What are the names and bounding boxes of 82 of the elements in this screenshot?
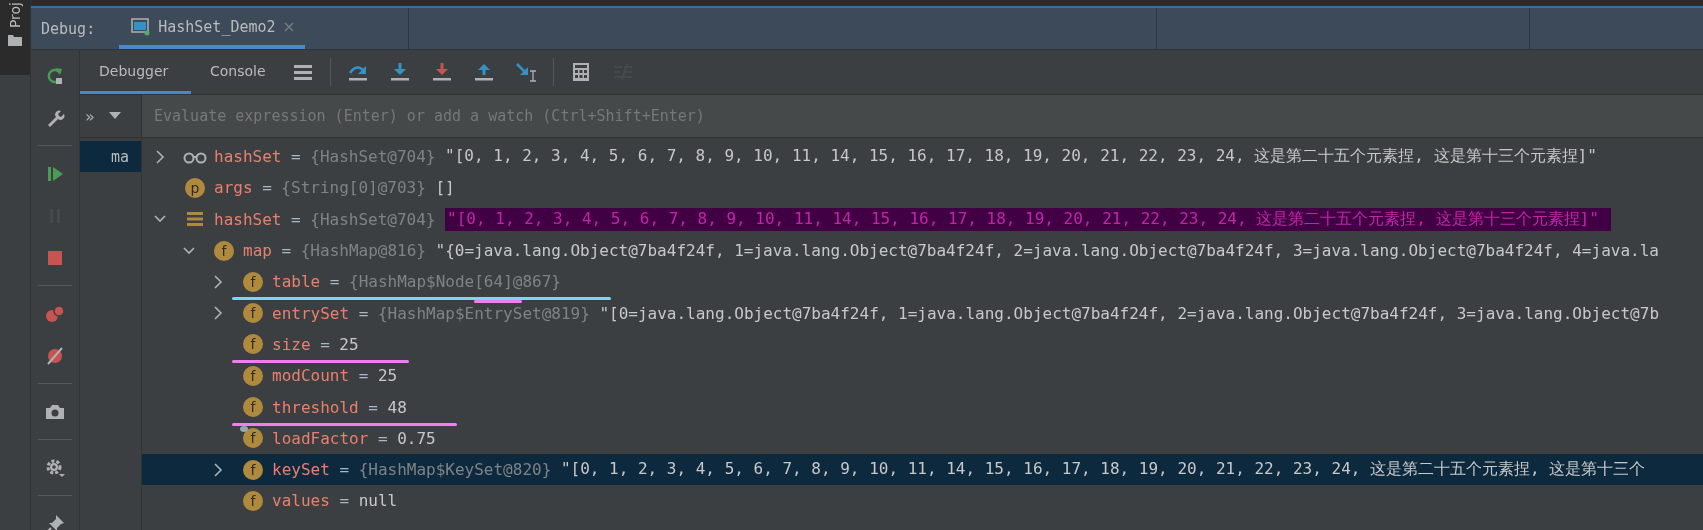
- variable-name: loadFactor: [272, 428, 369, 448]
- variable-row[interactable]: f map = {HashMap@816} "{0=java.lang.Object@7ba4f24f, 1=java.lang.Object@7ba4f24f, 2=java.lang.Object@7ba4f24f, 3=java.lang.Object@7ba4f24f, 4=java.la: [142, 234, 1703, 267]
- mute-breakpoints-icon[interactable]: [44, 345, 66, 367]
- chevron-right-icon[interactable]: [154, 149, 166, 164]
- variable-name: hashSet: [214, 209, 282, 229]
- variable-name: values: [272, 491, 330, 511]
- field-icon: f: [243, 459, 263, 480]
- frame-item[interactable]: ma: [80, 141, 141, 172]
- equals-sign: =: [262, 178, 272, 198]
- breakpoints-icon[interactable]: [44, 303, 66, 325]
- variable-value: "[0, 1, 2, 3, 4, 5, 6, 7, 8, 9, 10, 11, 14, 15, 16, 17, 18, 19, 20, 21, 22, 23, 24, 这是第二十五个元素捏, 这是第十三个: [560, 459, 1646, 481]
- chevron-right-icon[interactable]: [212, 306, 224, 321]
- variable-row[interactable]: hashSet = {HashSet@704} "[0, 1, 2, 3, 4, 5, 6, 7, 8, 9, 10, 11, 14, 15, 16, 17, 18, 19, 20, 21, 22, 23, 24, 这是第二十五个元素捏, 这是第十三个元素捏]": [142, 141, 1703, 173]
- equals-sign: =: [339, 460, 350, 480]
- field-icon: f: [243, 490, 263, 511]
- variable-value: "[0=java.lang.Object@7ba4f24f, 1=java.lang.Object@7ba4f24f, 2=java.lang.Object@7ba4f24f, 3=java.lang.Object@7b: [599, 303, 1659, 323]
- variable-value: 48: [387, 397, 407, 417]
- variable-row[interactable]: p args = {String[0]@703} []: [142, 172, 1703, 204]
- equals-sign: =: [329, 272, 340, 292]
- parameter-icon: p: [185, 177, 205, 198]
- equals-sign: =: [368, 397, 378, 417]
- field-icon: f: [243, 303, 263, 324]
- variable-type: {HashSet@704}: [310, 209, 436, 229]
- equals-sign: =: [291, 209, 301, 229]
- variable-row[interactable]: f modCount = 25: [142, 360, 1703, 392]
- variable-value: 25: [377, 366, 398, 386]
- equals-sign: =: [358, 366, 369, 386]
- variable-value: null: [358, 491, 398, 511]
- variable-name: entrySet: [272, 303, 350, 323]
- settings-icon[interactable]: [44, 457, 66, 479]
- field-icon: f: [243, 365, 263, 386]
- equals-sign: =: [339, 491, 350, 511]
- variable-name: modCount: [272, 366, 350, 386]
- variable-name: threshold: [272, 397, 359, 417]
- folder-icon: [8, 34, 22, 47]
- equals-sign: =: [320, 334, 330, 354]
- variable-name: table: [272, 272, 321, 292]
- variable-value: "[0, 1, 2, 3, 4, 5, 6, 7, 8, 9, 10, 11, 14, 15, 16, 17, 18, 19, 20, 21, 22, 23, 24, 这是第二十五个元素捏, 这是第十三个元素捏]": [445, 146, 1597, 168]
- run-to-cursor-icon[interactable]: [513, 61, 538, 83]
- variable-type: {HashMap$EntrySet@819}: [377, 303, 590, 323]
- variable-row[interactable]: f keySet = {HashMap$KeySet@820} "[0, 1, 2, 3, 4, 5, 6, 7, 8, 9, 10, 11, 14, 15, 16, 17, 18, 19, 20, 21, 22, 23, 24, 这是第二十五个元素捏, 这是第十三个: [142, 453, 1703, 486]
- variable-name: hashSet: [214, 147, 282, 167]
- variable-type: {HashSet@704}: [310, 147, 436, 167]
- variable-row[interactable]: f entrySet = {HashMap$EntrySet@819} "[0=java.lang.Object@7ba4f24f, 1=java.lang.Object@7ba4f24f, 2=java.lang.Object@7ba4f24f, 3=java.lang.Object@7b: [142, 297, 1703, 329]
- variable-value: 0.75: [397, 428, 436, 448]
- field-icon: f: [243, 397, 263, 417]
- variable-type: {String[0]@703}: [281, 178, 426, 198]
- variable-type: {HashMap$KeySet@820}: [358, 460, 552, 480]
- variable-value: "{0=java.lang.Object@7ba4f24f, 1=java.lang.Object@7ba4f24f, 2=java.lang.Object@7ba4f24f, 3=java.lang.Object@7ba4f24f, 4=java.la: [435, 241, 1659, 261]
- variable-row[interactable]: f values = null: [142, 485, 1703, 517]
- tool-tab[interactable]: Console: [191, 50, 282, 94]
- field-icon: f: [243, 428, 263, 449]
- variable-name: keySet: [272, 460, 330, 480]
- chevron-right-icon[interactable]: [212, 274, 224, 289]
- equals-sign: =: [281, 241, 292, 261]
- equals-sign: =: [291, 147, 301, 167]
- expand-toggle[interactable]: »: [85, 106, 95, 126]
- variable-name: size: [272, 334, 311, 354]
- equals-sign: =: [358, 303, 369, 323]
- field-icon: f: [243, 334, 263, 355]
- chevron-right-icon[interactable]: [212, 462, 224, 477]
- list-icon: [186, 210, 204, 229]
- window-icon: [131, 17, 152, 36]
- debug-label: Debug:: [41, 19, 96, 38]
- variable-row[interactable]: f table = {HashMap$Node[64]@867}: [142, 266, 1703, 298]
- project-strip[interactable]: Proj: [0, 0, 30, 75]
- variable-value: 25: [339, 334, 359, 354]
- variable-name: args: [214, 178, 253, 198]
- variable-row[interactable]: f size = 25: [142, 328, 1703, 361]
- equals-sign: =: [377, 428, 388, 448]
- project-tab[interactable]: Proj: [7, 2, 23, 29]
- variable-name: map: [243, 241, 272, 261]
- variable-row[interactable]: hashSet = {HashSet@704} "[0, 1, 2, 3, 4, 5, 6, 7, 8, 9, 10, 11, 14, 15, 16, 17, 18, 19, 20, 21, 22, 23, 24, 这是第二十五个元素捏, 这是第十三个元素捏]": [142, 203, 1703, 235]
- variable-type: {HashMap$Node[64]@867}: [349, 272, 561, 292]
- variable-value: []: [435, 178, 455, 198]
- variable-value: "[0, 1, 2, 3, 4, 5, 6, 7, 8, 9, 10, 11, 14, 15, 16, 17, 18, 19, 20, 21, 22, 23, 24, 这是第二十五个元素捏, 这是第十三个元素捏]": [445, 207, 1611, 231]
- field-icon: f: [243, 271, 263, 292]
- variable-row[interactable]: f loadFactor = 0.75: [142, 422, 1703, 454]
- dropdown-caret-icon[interactable]: [108, 112, 121, 120]
- variable-row[interactable]: f threshold = 48: [142, 391, 1703, 423]
- variable-type: {HashMap@816}: [300, 241, 426, 261]
- field-icon: f: [214, 240, 234, 261]
